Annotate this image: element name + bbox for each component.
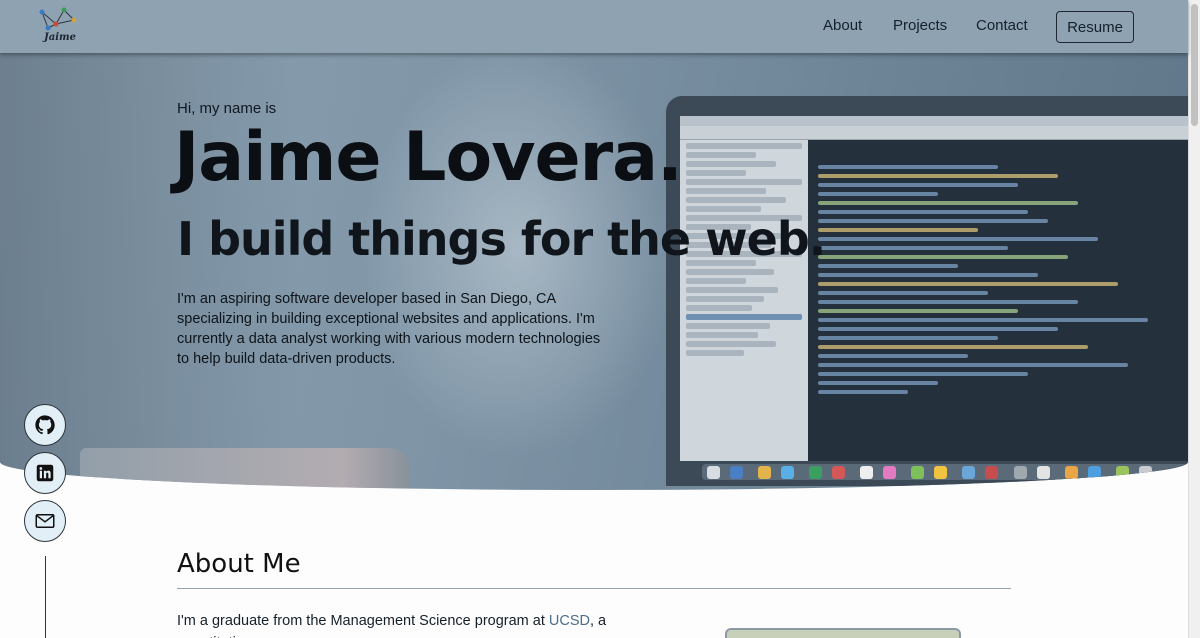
- hero-laptop-image: [666, 96, 1188, 486]
- laptop-code-editor: [818, 160, 1188, 460]
- nav-link-about[interactable]: About: [823, 17, 862, 34]
- resume-button[interactable]: Resume: [1056, 11, 1134, 43]
- linkedin-link[interactable]: [24, 452, 66, 494]
- site-logo[interactable]: Jaime: [34, 6, 82, 46]
- about-text: I'm a graduate from the Management Scien…: [177, 610, 657, 638]
- about-divider: [177, 588, 1011, 589]
- laptop-screen: [680, 116, 1188, 461]
- hero-tagline: I build things for the web.: [177, 212, 826, 266]
- page-scrollbar[interactable]: [1188, 0, 1200, 638]
- top-navbar: Jaime About Projects Contact Resume: [0, 0, 1188, 53]
- logo-text: Jaime: [44, 32, 76, 43]
- laptop-file-tree: [680, 140, 808, 461]
- nav-link-contact[interactable]: Contact: [976, 17, 1028, 34]
- social-divider-line: [45, 556, 46, 638]
- about-title: About Me: [177, 549, 301, 579]
- about-photo: [725, 628, 961, 638]
- hero-intro: I'm an aspiring software developer based…: [177, 291, 601, 367]
- linkedin-icon: [36, 464, 54, 482]
- email-link[interactable]: [24, 500, 66, 542]
- github-icon: [35, 415, 55, 435]
- mail-icon: [35, 514, 55, 528]
- ucsd-link[interactable]: UCSD: [549, 613, 590, 629]
- laptop-toolbar: [680, 126, 1188, 140]
- hero-greeting: Hi, my name is: [177, 100, 277, 117]
- hero-name: Jaime Lovera.: [174, 118, 683, 197]
- hero-desk-object: [80, 448, 410, 488]
- laptop-menubar: [680, 116, 1188, 126]
- laptop-dock: [702, 464, 1188, 480]
- about-text-start: I'm a graduate from the Management Scien…: [177, 613, 549, 629]
- scrollbar-thumb[interactable]: [1191, 4, 1198, 126]
- nav-link-projects[interactable]: Projects: [893, 17, 947, 34]
- github-link[interactable]: [24, 404, 66, 446]
